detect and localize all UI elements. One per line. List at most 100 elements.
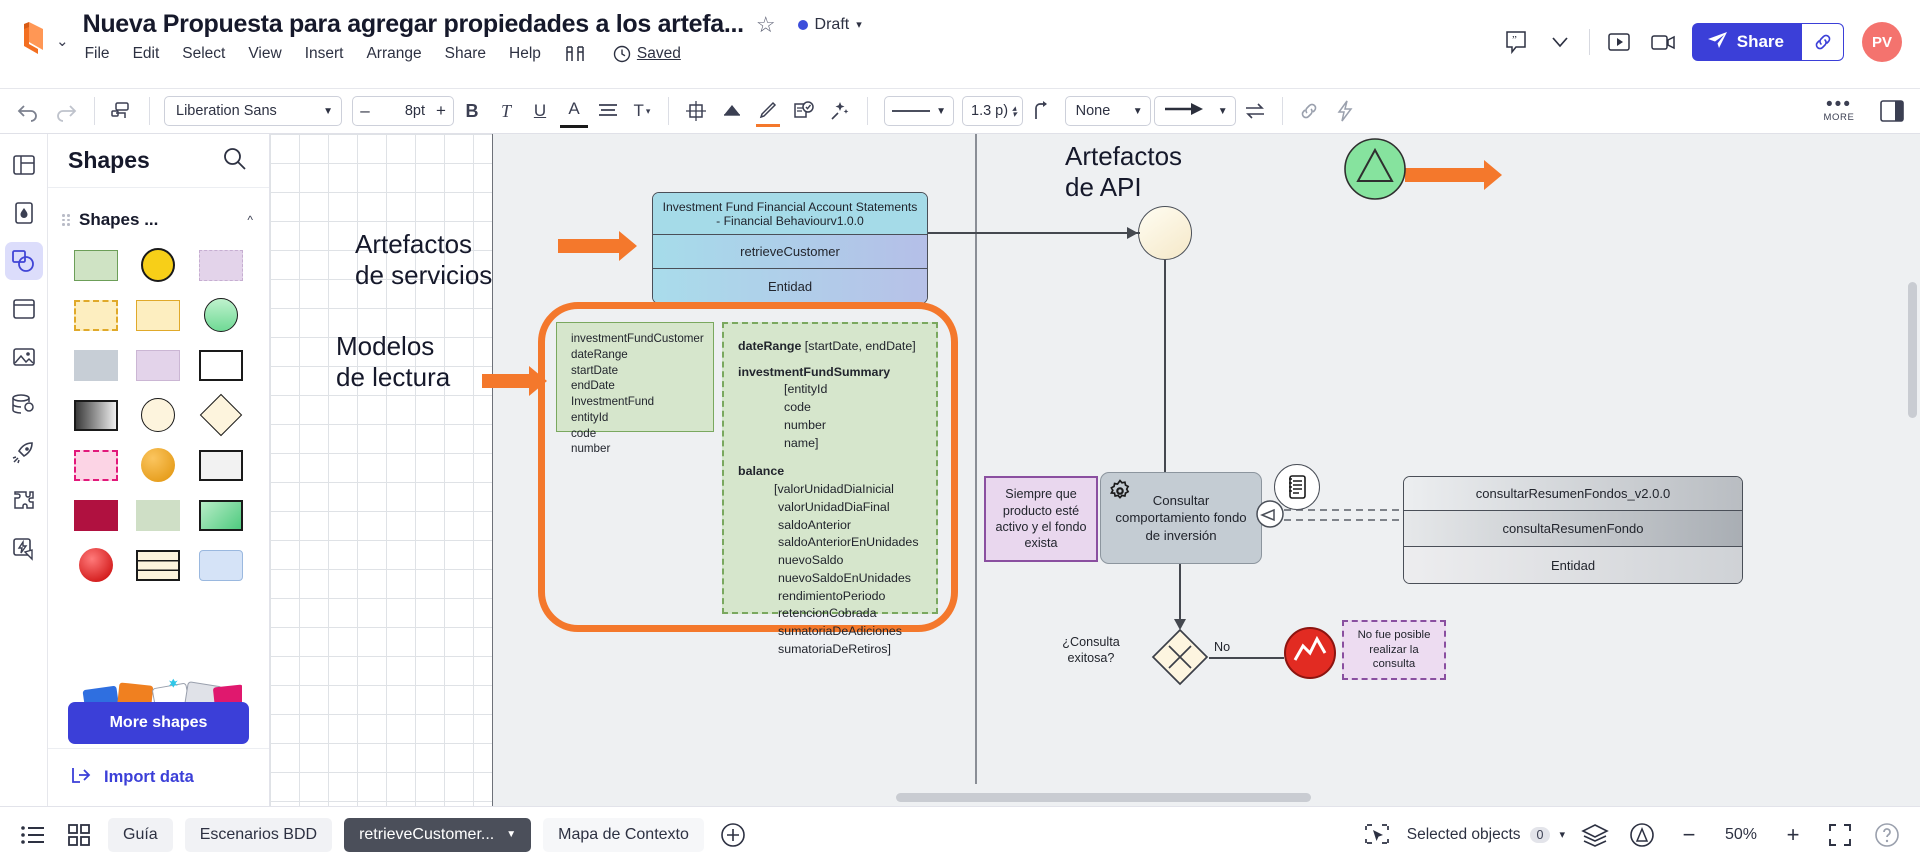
undo-icon[interactable] — [10, 94, 46, 128]
copy-link-button[interactable] — [1802, 23, 1844, 61]
share-button[interactable]: Share — [1691, 23, 1802, 61]
list-view-icon[interactable] — [16, 818, 50, 852]
distribute-icon[interactable] — [679, 94, 713, 128]
underline-button[interactable]: U — [524, 94, 556, 128]
save-status[interactable]: Saved — [613, 45, 681, 63]
cursor-select-icon[interactable] — [1360, 818, 1394, 852]
gateway-consulta-exitosa[interactable] — [1151, 628, 1209, 691]
uml-consultar-resumen-box[interactable]: consultarResumenFondos_v2.0.0 consultaRe… — [1403, 476, 1743, 584]
chevron-down-icon[interactable]: ▾ — [1559, 828, 1565, 841]
diagram-canvas[interactable]: Artefactos de API Artefactos de servicio… — [270, 134, 1920, 806]
font-size-decrease-button[interactable]: – — [353, 97, 377, 125]
note-error[interactable]: No fue posible realizar la consulta — [1342, 620, 1446, 680]
shape-swatch[interactable] — [132, 398, 184, 432]
menu-item-arrange[interactable]: Arrange — [366, 45, 421, 63]
font-size-value[interactable]: 8pt — [377, 103, 429, 119]
text-color-button[interactable]: A — [558, 94, 590, 128]
shape-swatch[interactable] — [195, 498, 247, 532]
shape-swatch[interactable] — [195, 448, 247, 482]
menu-item-select[interactable]: Select — [182, 45, 225, 63]
shape-swatch[interactable] — [132, 298, 184, 332]
font-size-increase-button[interactable]: + — [429, 97, 453, 125]
brand-logo[interactable]: ⌄ — [14, 6, 69, 62]
more-shapes-button[interactable]: More shapes — [68, 702, 249, 744]
menu-item-help[interactable]: Help — [509, 45, 541, 63]
logo-chevron-down-icon[interactable]: ⌄ — [56, 32, 69, 50]
italic-button[interactable]: T — [490, 94, 522, 128]
uml-service-box[interactable]: Investment Fund Financial Account Statem… — [652, 192, 928, 304]
line-weight-spinner[interactable]: ▴ ▾ — [1012, 104, 1017, 119]
magic-wand-icon[interactable] — [823, 94, 857, 128]
note-check-icon[interactable] — [787, 94, 821, 128]
import-data-row[interactable]: Import data — [48, 748, 269, 806]
chevron-down-icon[interactable]: ▼ — [506, 829, 516, 840]
present-icon[interactable] — [1604, 27, 1634, 57]
avatar[interactable]: PV — [1862, 22, 1902, 62]
status-chevron-down-icon[interactable]: ▾ — [856, 18, 862, 31]
api-artifact-node[interactable] — [1342, 136, 1408, 207]
task-consultar-comportamiento[interactable]: Consultar comportamiento fondo de invers… — [1100, 472, 1262, 564]
right-panel-icon[interactable] — [1874, 94, 1910, 128]
drag-handle-icon[interactable] — [62, 214, 70, 226]
shape-swatch[interactable] — [70, 498, 122, 532]
line-start-select[interactable]: None ▼ — [1064, 96, 1151, 126]
tab-retrieve-customer[interactable]: retrieveCustomer... ▼ — [344, 817, 532, 852]
bold-button[interactable]: B — [456, 94, 488, 128]
shape-swatch[interactable] — [70, 548, 122, 582]
tab-guia[interactable]: Guía — [108, 817, 173, 852]
line-style-select[interactable]: ▼ — [884, 96, 954, 126]
more-button[interactable]: ••• MORE — [1810, 95, 1868, 123]
shape-swatch[interactable] — [195, 548, 247, 582]
elbow-connector-icon[interactable] — [1025, 94, 1057, 128]
video-camera-icon[interactable] — [1648, 27, 1678, 57]
rail-item-templates[interactable] — [5, 146, 43, 184]
shapes-section-header[interactable]: Shapes ... ^ — [48, 188, 269, 240]
selected-objects-status[interactable]: Selected objects 0 ▾ — [1407, 826, 1565, 844]
lightning-icon[interactable] — [1329, 94, 1361, 128]
rail-item-data[interactable] — [5, 386, 43, 424]
help-circle-icon[interactable] — [1870, 818, 1904, 852]
link-icon[interactable] — [1293, 94, 1327, 128]
text-options-button[interactable]: T ▾ — [626, 94, 658, 128]
tab-escenarios-bdd[interactable]: Escenarios BDD — [184, 817, 333, 852]
model-read-box[interactable]: investmentFundCustomer dateRange startDa… — [556, 322, 714, 455]
shape-swatch[interactable] — [132, 448, 184, 482]
shape-swatch[interactable] — [195, 298, 247, 332]
fit-screen-icon[interactable] — [1823, 818, 1857, 852]
star-outline-icon[interactable]: ☆ — [756, 13, 776, 36]
shape-swatch[interactable] — [70, 248, 122, 282]
redo-icon[interactable] — [48, 94, 84, 128]
tab-mapa-de-contexto[interactable]: Mapa de Contexto — [543, 817, 704, 852]
menu-item-share[interactable]: Share — [445, 45, 486, 63]
error-end-event[interactable] — [1283, 626, 1337, 685]
add-tab-button[interactable] — [716, 818, 750, 852]
search-icon[interactable] — [222, 146, 247, 176]
swap-ends-icon[interactable] — [1238, 94, 1272, 128]
rail-item-automation[interactable] — [5, 530, 43, 568]
align-icon[interactable] — [592, 94, 624, 128]
rail-item-theme[interactable] — [5, 194, 43, 232]
menu-item-insert[interactable]: Insert — [305, 45, 344, 63]
vertical-scrollbar[interactable] — [1908, 282, 1917, 418]
shape-swatch[interactable] — [70, 298, 122, 332]
rail-item-image[interactable] — [5, 338, 43, 376]
rail-item-rocket[interactable] — [5, 434, 43, 472]
zoom-in-button[interactable]: + — [1776, 818, 1810, 852]
shape-swatch[interactable] — [195, 248, 247, 282]
zoom-out-button[interactable]: − — [1672, 818, 1706, 852]
menu-item-edit[interactable]: Edit — [133, 45, 160, 63]
shape-swatch[interactable] — [132, 348, 184, 382]
menu-item-view[interactable]: View — [248, 45, 281, 63]
start-event-node[interactable] — [1138, 206, 1192, 260]
shape-swatch[interactable] — [195, 348, 247, 382]
shape-swatch[interactable] — [132, 498, 184, 532]
line-end-select[interactable]: ▼ — [1153, 96, 1236, 126]
shape-swatch[interactable] — [132, 248, 184, 282]
shape-swatch[interactable] — [132, 548, 184, 582]
accessibility-icon[interactable] — [1625, 818, 1659, 852]
fill-bucket-icon[interactable] — [715, 94, 749, 128]
chevron-up-icon[interactable]: ^ — [247, 213, 253, 227]
horizontal-scrollbar[interactable] — [896, 793, 1311, 802]
grid-view-icon[interactable] — [62, 818, 96, 852]
shape-swatch[interactable] — [70, 398, 122, 432]
